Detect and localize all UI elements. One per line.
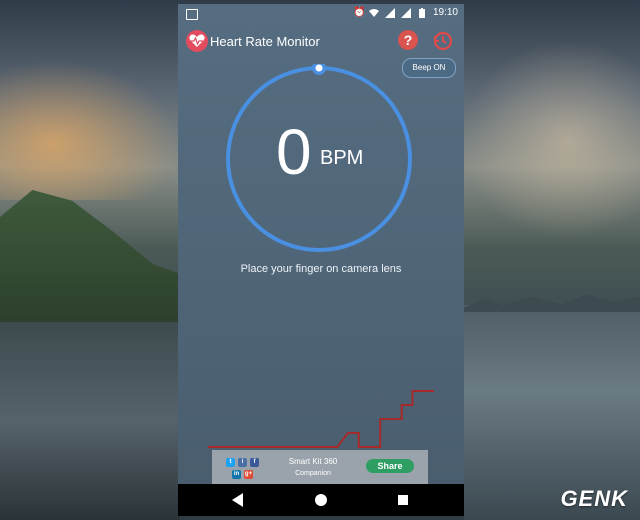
status-bar: ⏰ 19:10 [178, 4, 464, 24]
phone-screen: ⏰ 19:10 Heart Rate Monitor ? Beep ON 0 B… [178, 4, 464, 516]
background-sky-right [460, 40, 640, 240]
background-hill [0, 190, 180, 325]
signal-icon [400, 7, 411, 18]
graph-line [208, 390, 434, 448]
instruction-text: Place your finger on camera lens [240, 263, 402, 275]
heart-logo-icon [186, 30, 208, 52]
linkedin-icon[interactable]: in [232, 470, 241, 479]
navigation-bar [178, 484, 464, 516]
instagram-icon[interactable]: i [238, 458, 247, 467]
bpm-value: 0 [276, 116, 312, 188]
help-icon[interactable]: ? [398, 30, 418, 50]
home-icon[interactable] [315, 494, 327, 506]
history-icon[interactable] [432, 30, 454, 52]
back-icon[interactable] [232, 493, 243, 507]
googleplus-icon[interactable]: g+ [244, 470, 253, 479]
bpm-unit: BPM [320, 147, 364, 169]
status-time: 19:10 [432, 7, 458, 18]
image-notification-icon [186, 9, 198, 20]
gauge-ring [226, 66, 412, 252]
signal-icon [384, 7, 395, 18]
app-header: Heart Rate Monitor ? [178, 26, 464, 56]
battery-icon [417, 7, 427, 18]
brand-subtitle: Companion [295, 470, 331, 477]
gauge-knob-center [315, 64, 323, 72]
share-button[interactable]: Share [366, 459, 414, 473]
status-icons: ⏰ 19:10 [353, 7, 458, 18]
watermark-logo: GENK [560, 486, 628, 511]
measurement-gauge [226, 64, 412, 252]
recents-icon[interactable] [398, 495, 408, 505]
background-islands [464, 294, 640, 312]
facebook-icon[interactable]: f [250, 458, 259, 467]
share-bar: t i f in g+ Smart Kit 360 Companion Shar… [212, 450, 428, 484]
background-water-left [0, 322, 180, 520]
alarm-icon: ⏰ [352, 6, 366, 18]
twitter-icon[interactable]: t [226, 458, 235, 467]
background-sky-left [0, 60, 180, 200]
heart-rate-graph [208, 390, 434, 448]
social-icons: t i f in g+ [222, 456, 262, 480]
brand-name: Smart Kit 360 [288, 457, 338, 466]
wifi-icon [368, 8, 379, 18]
app-title: Heart Rate Monitor [210, 34, 320, 49]
